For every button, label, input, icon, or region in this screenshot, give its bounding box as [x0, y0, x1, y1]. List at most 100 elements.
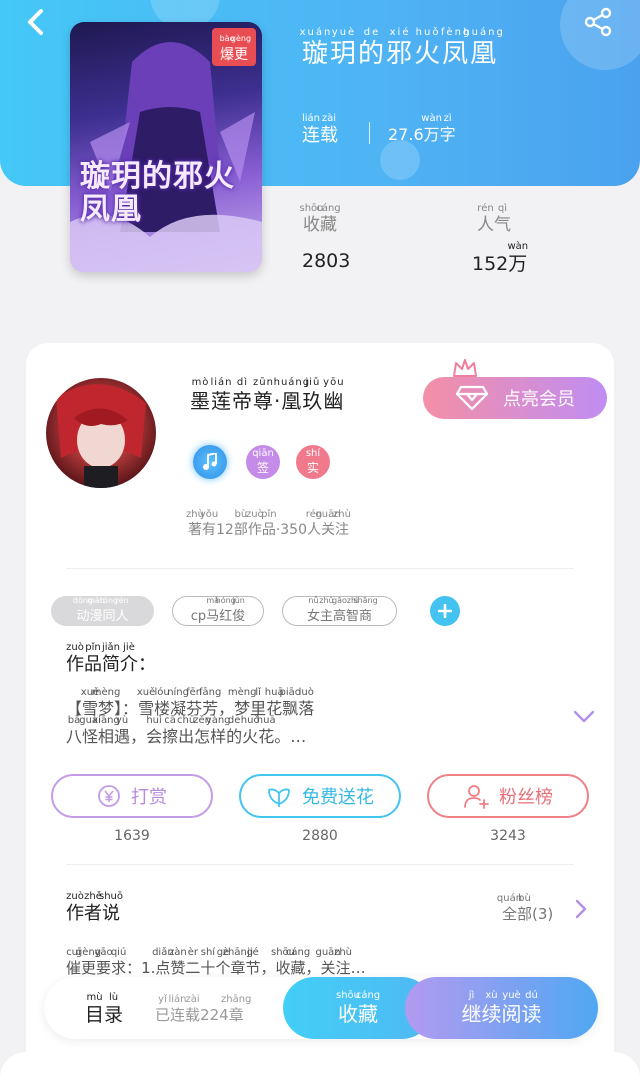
pinyin-annotation: pǐn: [85, 642, 101, 653]
music-level-badge[interactable]: [193, 445, 227, 479]
ruby-char: shí 十: [200, 948, 215, 976]
ruby-char: qiān 签: [252, 449, 274, 475]
pinyin-annotation: èr: [187, 947, 199, 958]
hanzi-char: 章: [228, 1006, 244, 1024]
author-name[interactable]: mò 墨 lián 莲 dì 帝 zūn 尊 · huáng 凰 jiǔ 玖 yōu 幽: [190, 378, 344, 413]
ruby-char: shāng 商: [353, 596, 377, 623]
hanzi-char: 个: [215, 959, 231, 977]
tag-item[interactable]: dòng 动 màn 漫 tóng 同 rén 人: [51, 596, 154, 626]
hanzi-char: 红: [219, 608, 233, 624]
pinyin-annotation: jiǎn: [101, 642, 121, 653]
hanzi-char: 催: [66, 959, 82, 977]
ruby-char: lián 连: [302, 114, 320, 145]
back-button[interactable]: [20, 6, 52, 38]
pinyin-annotation: huáng: [463, 27, 505, 38]
pinyin-annotation: xù: [485, 989, 498, 1001]
author-avatar[interactable]: [46, 378, 156, 488]
hanzi-char: 续: [481, 1001, 502, 1026]
free-flower-button[interactable]: 免费送花: [239, 774, 401, 818]
hanzi-char: 凰: [281, 389, 303, 413]
ruby-char: 】：: [114, 688, 138, 717]
signed-author-badge[interactable]: qiān 签: [246, 445, 280, 479]
hanzi-char: 部: [517, 905, 533, 923]
ruby-char: xiāng 相: [92, 716, 120, 746]
favorites-value: 2803: [302, 250, 351, 272]
add-tag-button[interactable]: [430, 596, 460, 626]
hanzi-char: 璇: [302, 39, 331, 69]
music-note-icon: [203, 453, 217, 470]
fan-ranking-button[interactable]: 粉丝榜: [427, 774, 589, 818]
tag-item[interactable]: cp mǎ 马 hóng 红 jùn 俊: [172, 596, 264, 626]
pinyin-annotation: yuè: [502, 989, 521, 1001]
hanzi-char: 擦: [162, 727, 179, 746]
ruby-char: jiǎn 简: [102, 643, 120, 674]
hanzi-char: 相: [98, 727, 115, 746]
pinyin-annotation: pǐn: [261, 509, 277, 520]
cover-title: 璇玥的邪火凤凰: [80, 159, 235, 227]
chevron-down-icon: [573, 710, 595, 723]
flower-icon: [268, 788, 290, 807]
ruby-char: lǐ 里: [250, 688, 266, 717]
plus-icon: [438, 604, 452, 618]
ruby-char: xié 邪: [386, 28, 414, 68]
hanzi-char: ，: [305, 959, 321, 977]
hanzi-char: 实: [306, 461, 319, 475]
ruby-char: zàn 赞: [169, 948, 187, 976]
ruby-char: jiè 介: [120, 643, 138, 674]
pinyin-annotation: jiǔ: [305, 377, 321, 388]
ruby-char: quán 全: [497, 894, 522, 922]
ruby-char: (3): [532, 894, 553, 922]
ruby-char: lián 莲: [210, 378, 232, 412]
book-title: xuán 璇 yuè 玥 de 的 xié 邪 huǒ 火 fèng 凤 huáng 凰: [300, 27, 503, 69]
hanzi-char: 签: [256, 461, 269, 475]
catalog-button[interactable]: mù 目 lù 录: [85, 993, 123, 1026]
hanzi-char: 动: [76, 608, 90, 624]
tag-item[interactable]: nǚ 女 zhǔ 主 gāo 高 zhì 智 shāng 商: [282, 596, 397, 626]
share-icon: [584, 7, 612, 37]
pinyin-annotation: jiè: [123, 642, 135, 653]
expand-intro-button[interactable]: [570, 704, 598, 730]
ruby-char: ：1.: [126, 948, 155, 976]
ruby-char: wàn 万: [507, 242, 528, 274]
yen-icon: [98, 785, 120, 807]
hanzi-char: 遇: [114, 727, 131, 746]
book-cover[interactable]: bào 爆 gèng 更 璇玥的邪火凤凰: [70, 22, 262, 272]
pinyin-annotation: de: [227, 715, 241, 726]
pinyin-annotation: jì: [468, 989, 475, 1001]
pinyin-annotation: jùn: [232, 595, 245, 605]
pinyin-annotation: zuò: [66, 642, 84, 653]
hanzi-char: 注: [335, 959, 351, 977]
hanzi-char: 凰: [470, 39, 499, 69]
hanzi-char: 玖: [302, 389, 324, 413]
hanzi-char: 载: [320, 125, 338, 146]
ruby-char: mèng 梦: [228, 688, 257, 717]
ruby-char: …: [351, 948, 366, 976]
pinyin-annotation: yōu: [323, 377, 345, 388]
hanzi-char: 有: [202, 522, 216, 538]
ruby-char: yǒu 有: [200, 510, 218, 538]
ruby-char: shí 实: [306, 449, 320, 475]
ruby-char: gèng 更: [231, 35, 251, 63]
chevron-left-icon: [28, 9, 43, 35]
hanzi-char: ：: [138, 654, 156, 675]
ruby-char: yuè 阅: [502, 989, 522, 1024]
share-button[interactable]: [580, 4, 616, 40]
chevron-right-icon[interactable]: [572, 898, 590, 920]
pinyin-annotation: lián: [168, 994, 187, 1005]
hanzi-char: 花: [258, 727, 275, 746]
ruby-char: gāo 高: [332, 596, 347, 623]
ruby-char: piāo 飘: [280, 688, 301, 717]
hanzi-char: 的: [226, 727, 243, 746]
reward-button[interactable]: 打赏: [51, 774, 213, 818]
hanzi-char: 连: [170, 1006, 186, 1024]
verified-author-badge[interactable]: shí 实: [296, 445, 330, 479]
pinyin-annotation: de: [363, 27, 381, 38]
hanzi-char: 说: [102, 903, 120, 924]
hanzi-char: 幽: [323, 389, 345, 413]
continue-reading-button[interactable]: jì 继 xù 续 yuè 阅 dú 读: [405, 977, 598, 1039]
hanzi-char: 怪: [82, 727, 99, 746]
view-all-link[interactable]: quán 全 bù 部 (3): [497, 894, 553, 923]
ruby-char: de 的: [358, 27, 386, 68]
light-up-vip-button[interactable]: 点亮会员: [423, 377, 607, 419]
pinyin-annotation: lǐ: [255, 687, 261, 698]
